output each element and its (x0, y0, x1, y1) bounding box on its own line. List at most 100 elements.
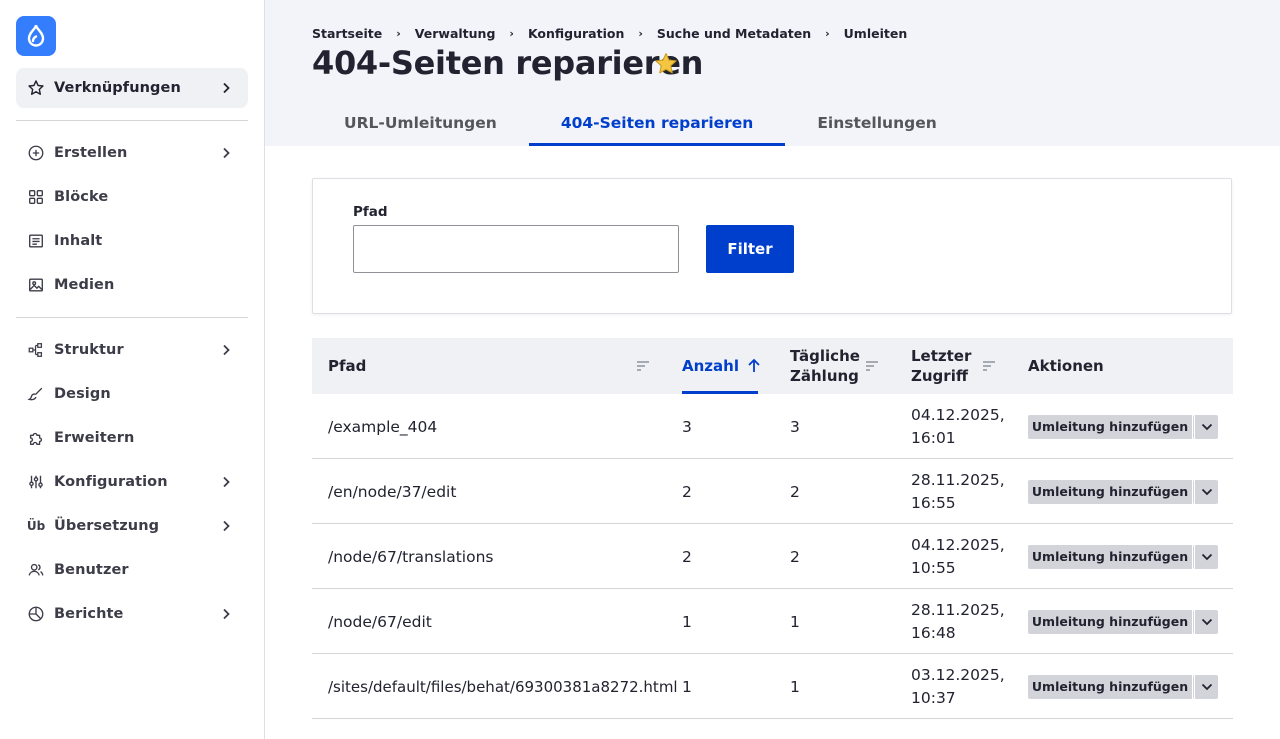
sidebar-item-label: Design (54, 386, 111, 402)
translate-icon: Üb (26, 519, 46, 533)
tabs: URL-Umleitungen 404-Seiten reparieren Ei… (312, 100, 969, 146)
breadcrumb-link-startseite[interactable]: Startseite (312, 26, 382, 41)
chevron-down-icon (1201, 488, 1212, 496)
cell-time: 10:55 (911, 558, 956, 577)
sidebar-item-benutzer[interactable]: Benutzer (16, 550, 248, 590)
breadcrumb-link-suche-metadaten[interactable]: Suche und Metadaten (657, 26, 811, 41)
tab-404-seiten-reparieren[interactable]: 404-Seiten reparieren (528, 100, 786, 146)
dropbutton-toggle[interactable] (1194, 415, 1218, 439)
cell-date: 04.12.2025, (911, 405, 1005, 424)
column-header-count[interactable]: Anzahl (682, 338, 761, 394)
users-icon (26, 560, 46, 580)
add-redirect-dropbutton: Umleitung hinzufügen (1028, 415, 1218, 439)
table-row: /node/67/edit 1 1 28.11.2025, 16:48 Umlei… (312, 589, 1233, 654)
chevron-right-icon (218, 342, 234, 358)
cell-daily-count: 3 (790, 417, 800, 436)
cell-last-access: 04.12.2025, 16:01 (911, 394, 1005, 459)
dropbutton-toggle[interactable] (1194, 610, 1218, 634)
sidebar-item-label: Inhalt (54, 233, 103, 249)
sidebar-item-konfiguration[interactable]: Konfiguration (16, 462, 248, 502)
sidebar-item-uebersetzung[interactable]: Üb Übersetzung (16, 506, 248, 546)
cell-daily-count: 2 (790, 482, 800, 501)
chevron-down-icon (1201, 683, 1212, 691)
cell-time: 16:48 (911, 623, 956, 642)
plus-circle-icon (26, 143, 46, 163)
column-header-last-line2: Zugriff (911, 367, 968, 385)
column-header-path[interactable]: Pfad (328, 338, 366, 394)
breadcrumb-link-verwaltung[interactable]: Verwaltung (415, 26, 496, 41)
column-header-daily-line1: Tägliche (790, 347, 860, 365)
tab-url-umleitungen[interactable]: URL-Umleitungen (312, 100, 529, 146)
sidebar-item-berichte[interactable]: Berichte (16, 594, 248, 634)
sliders-icon (26, 472, 46, 492)
cell-last-access: 28.11.2025, 16:48 (911, 589, 1005, 654)
dropbutton-toggle[interactable] (1194, 675, 1218, 699)
shortcuts-menu-button[interactable]: Verknüpfungen (16, 68, 248, 108)
sidebar-item-bloecke[interactable]: Blöcke (16, 177, 248, 217)
add-redirect-button[interactable]: Umleitung hinzufügen (1028, 675, 1193, 699)
cell-date: 03.12.2025, (911, 665, 1005, 684)
dropbutton-toggle[interactable] (1194, 545, 1218, 569)
chevron-down-icon (1201, 553, 1212, 561)
cell-count: 1 (682, 612, 692, 631)
add-redirect-dropbutton: Umleitung hinzufügen (1028, 610, 1218, 634)
sidebar-item-struktur[interactable]: Struktur (16, 330, 248, 370)
add-redirect-button[interactable]: Umleitung hinzufügen (1028, 480, 1193, 504)
chevron-down-icon (1201, 423, 1212, 431)
cell-daily-count: 1 (790, 612, 800, 631)
add-redirect-button[interactable]: Umleitung hinzufügen (1028, 610, 1193, 634)
cell-count: 2 (682, 482, 692, 501)
reports-icon (26, 604, 46, 624)
chevron-right-icon (218, 518, 234, 534)
column-header-count-label: Anzahl (682, 357, 739, 375)
cell-last-access: 28.11.2025, 16:55 (911, 459, 1005, 524)
drupal-logo-icon[interactable] (16, 16, 56, 56)
add-redirect-button[interactable]: Umleitung hinzufügen (1028, 415, 1193, 439)
favorite-star-icon[interactable] (653, 51, 679, 77)
table-row: /node/67/translations 2 2 04.12.2025, 10:… (312, 524, 1233, 589)
breadcrumb: Startseite › Verwaltung › Konfiguration … (312, 24, 907, 42)
path-filter-input[interactable] (353, 225, 679, 273)
puzzle-icon (26, 428, 46, 448)
cell-path: /example_404 (328, 417, 438, 436)
path-filter-label: Pfad (353, 204, 388, 220)
add-redirect-button[interactable]: Umleitung hinzufügen (1028, 545, 1193, 569)
column-header-last-access[interactable]: Letzter Zugriff (911, 338, 971, 394)
chevron-right-icon (218, 474, 234, 490)
filter-button[interactable]: Filter (706, 225, 794, 273)
add-redirect-dropbutton: Umleitung hinzufügen (1028, 545, 1218, 569)
breadcrumb-link-umleiten[interactable]: Umleiten (844, 26, 908, 41)
tab-einstellungen[interactable]: Einstellungen (785, 100, 968, 146)
cell-path: /en/node/37/edit (328, 482, 457, 501)
sort-icon (866, 361, 878, 371)
chevron-right-icon: › (509, 26, 514, 40)
sidebar-item-label: Benutzer (54, 562, 129, 578)
sidebar-item-label: Erweitern (54, 430, 135, 446)
sidebar-item-design[interactable]: Design (16, 374, 248, 414)
cell-time: 10:37 (911, 688, 956, 707)
content-icon (26, 231, 46, 251)
sidebar-divider (16, 120, 248, 121)
cell-time: 16:01 (911, 428, 956, 447)
structure-icon (26, 340, 46, 360)
sidebar-item-erstellen[interactable]: Erstellen (16, 133, 248, 173)
sidebar-item-label: Übersetzung (54, 518, 160, 534)
chevron-down-icon (1201, 618, 1212, 626)
cell-date: 04.12.2025, (911, 535, 1005, 554)
cell-path: /node/67/edit (328, 612, 432, 631)
sidebar-item-label: Berichte (54, 606, 124, 622)
column-header-daily-count[interactable]: Tägliche Zählung (790, 338, 860, 394)
sidebar-item-erweitern[interactable]: Erweitern (16, 418, 248, 458)
sidebar-item-inhalt[interactable]: Inhalt (16, 221, 248, 261)
cell-path: /node/67/translations (328, 547, 494, 566)
dropbutton-toggle[interactable] (1194, 480, 1218, 504)
cell-count: 3 (682, 417, 692, 436)
breadcrumb-link-konfiguration[interactable]: Konfiguration (528, 26, 624, 41)
sidebar: Verknüpfungen Erstellen Blöcke Inhalt Me… (0, 0, 265, 739)
table-row: /example_404 3 3 04.12.2025, 16:01 Umleit… (312, 394, 1233, 459)
add-redirect-dropbutton: Umleitung hinzufügen (1028, 675, 1218, 699)
shortcuts-label: Verknüpfungen (54, 80, 181, 96)
sidebar-item-medien[interactable]: Medien (16, 265, 248, 305)
cell-date: 28.11.2025, (911, 600, 1005, 619)
sidebar-item-label: Erstellen (54, 145, 128, 161)
